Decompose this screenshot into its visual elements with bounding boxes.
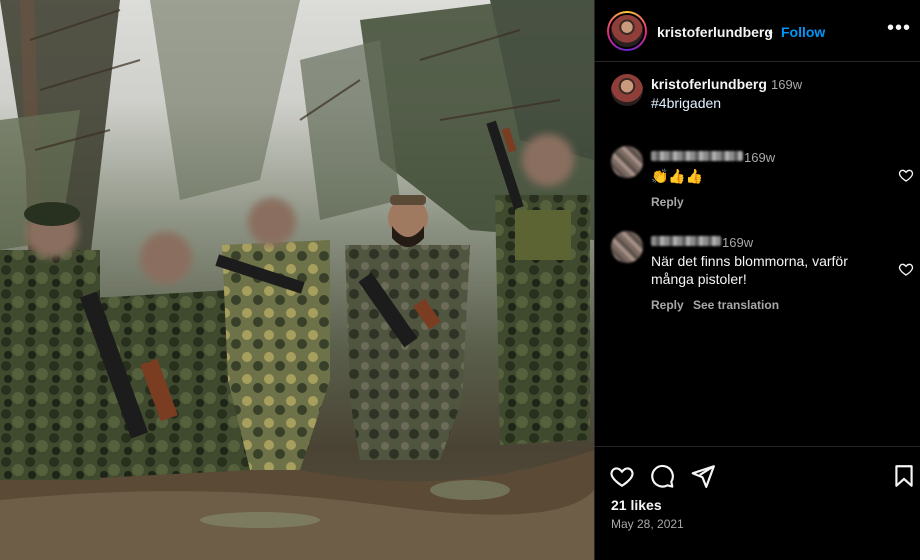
reply-button[interactable]: Reply — [651, 195, 684, 209]
reply-button[interactable]: Reply — [651, 298, 684, 312]
post-actions-bar: 21 likes May 28, 2021 — [595, 446, 920, 560]
caption-username[interactable]: kristoferlundberg — [651, 76, 767, 92]
heart-icon[interactable] — [609, 463, 635, 489]
post-side-panel: kristoferlundberg • Follow ••• kristofer… — [594, 0, 920, 560]
bookmark-icon[interactable] — [891, 463, 917, 489]
post-date[interactable]: May 28, 2021 — [611, 517, 684, 531]
separator-dot: • — [768, 24, 773, 40]
follow-button[interactable]: Follow — [781, 24, 825, 40]
post-header: kristoferlundberg • Follow ••• — [595, 0, 920, 62]
see-translation-button[interactable]: See translation — [693, 298, 779, 312]
comment-timestamp[interactable]: 169w — [744, 150, 775, 165]
caption-hashtag[interactable]: #4brigaden — [651, 95, 721, 111]
photo-illustration — [0, 0, 594, 560]
person-4 — [345, 195, 470, 460]
comment-timestamp[interactable]: 169w — [722, 235, 753, 250]
commenter-username-blurred[interactable] — [651, 236, 721, 246]
commenter-avatar-blurred[interactable] — [611, 146, 643, 178]
caption-avatar[interactable] — [611, 74, 643, 106]
caption-timestamp[interactable]: 169w — [771, 77, 802, 92]
post-image[interactable] — [0, 0, 594, 560]
comment-like-heart-icon[interactable] — [898, 167, 914, 183]
more-options-icon[interactable]: ••• — [887, 18, 911, 38]
author-username[interactable]: kristoferlundberg — [657, 24, 773, 40]
commenter-avatar-blurred[interactable] — [611, 231, 643, 263]
share-icon[interactable] — [690, 463, 716, 489]
comment-text: När det finns blommorna, varför många pi… — [651, 253, 848, 287]
comment-icon[interactable] — [649, 463, 675, 489]
comment-text: 👏👍👍 — [651, 168, 704, 184]
commenter-username-blurred[interactable] — [651, 151, 743, 161]
likes-count[interactable]: 21 likes — [611, 497, 662, 513]
comment-like-heart-icon[interactable] — [898, 261, 914, 277]
author-avatar[interactable] — [607, 11, 647, 51]
